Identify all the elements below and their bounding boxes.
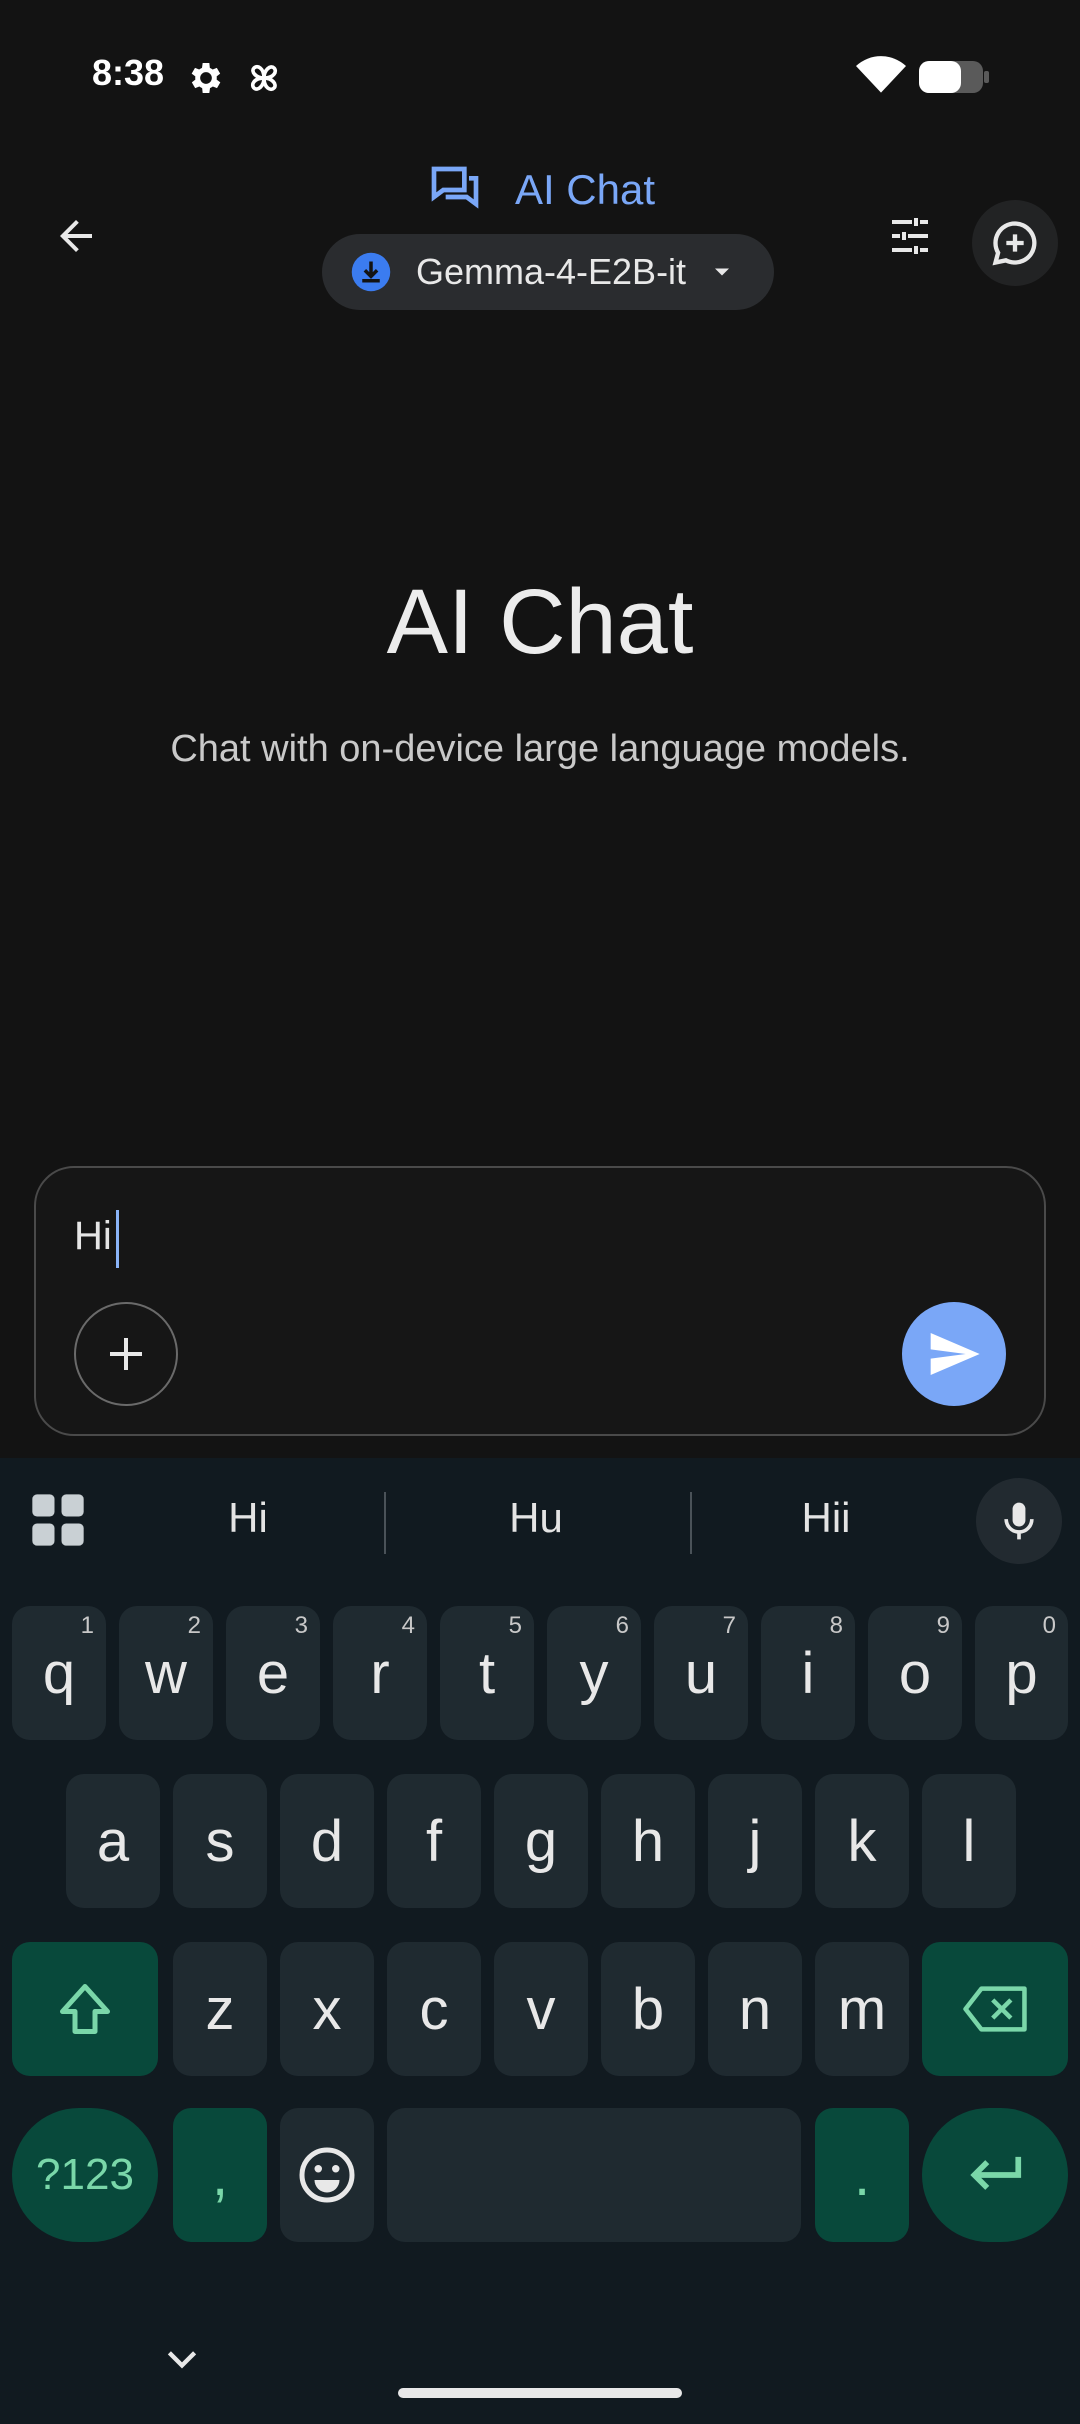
- soft-keyboard: [0, 1458, 1080, 2424]
- key-m[interactable]: m: [815, 1942, 909, 2076]
- keyboard-apps-grid-icon[interactable]: [30, 1492, 86, 1548]
- key-u[interactable]: u7: [654, 1606, 748, 1740]
- send-button[interactable]: [902, 1302, 1006, 1406]
- shift-arrow-icon: [60, 1984, 110, 2034]
- hide-keyboard-chevron-icon[interactable]: [160, 2342, 204, 2378]
- key-l[interactable]: l: [922, 1774, 1016, 1908]
- new-chat-button[interactable]: [972, 200, 1058, 286]
- key-n[interactable]: n: [708, 1942, 802, 2076]
- key-p[interactable]: p0: [975, 1606, 1068, 1740]
- key-e[interactable]: e3: [226, 1606, 320, 1740]
- arrow-back-icon: [60, 220, 92, 252]
- suggestion-1[interactable]: Hi: [138, 1494, 358, 1542]
- space-bar[interactable]: [387, 2108, 801, 2242]
- message-composer[interactable]: [34, 1166, 1046, 1436]
- key-s[interactable]: s: [173, 1774, 267, 1908]
- chat-bubbles-icon: [431, 166, 479, 209]
- home-gesture-bar[interactable]: [398, 2388, 682, 2398]
- suggestion-2[interactable]: Hu: [426, 1494, 646, 1542]
- send-icon: [930, 1333, 980, 1375]
- emoji-smiley-icon: [299, 2147, 355, 2203]
- emoji-key[interactable]: [280, 2108, 374, 2242]
- tune-sliders-icon: [892, 218, 928, 254]
- symbols-key[interactable]: ?123: [12, 2108, 158, 2242]
- backspace-icon: [963, 1986, 1027, 2032]
- model-name: Gemma-4-E2B-it: [416, 251, 687, 292]
- suggestion-3[interactable]: Hii: [716, 1494, 936, 1542]
- backspace-key[interactable]: [922, 1942, 1068, 2076]
- key-g[interactable]: g: [494, 1774, 588, 1908]
- key-h[interactable]: h: [601, 1774, 695, 1908]
- key-b[interactable]: b: [601, 1942, 695, 2076]
- empty-state-subtitle: Chat with on-device large language model…: [170, 728, 910, 770]
- battery-icon: [919, 61, 989, 93]
- add-attachment-button[interactable]: [74, 1302, 178, 1406]
- message-input[interactable]: Hi: [74, 1214, 112, 1259]
- key-i[interactable]: i8: [761, 1606, 855, 1740]
- key-k[interactable]: k: [815, 1774, 909, 1908]
- text-cursor: [116, 1210, 119, 1268]
- plus-icon: [110, 1338, 142, 1370]
- settings-gear-icon: [191, 63, 221, 93]
- comma-key[interactable]: ,: [173, 2108, 267, 2242]
- suggestion-divider: [384, 1492, 386, 1554]
- app-title-text: AI Chat: [514, 166, 656, 213]
- back-button[interactable]: [40, 200, 112, 272]
- enter-return-icon: [970, 2156, 1022, 2190]
- key-v[interactable]: v: [494, 1942, 588, 2076]
- key-c[interactable]: c: [387, 1942, 481, 2076]
- model-settings-button[interactable]: [874, 200, 946, 272]
- key-o[interactable]: o9: [868, 1606, 962, 1740]
- enter-key[interactable]: [922, 2108, 1068, 2242]
- key-t[interactable]: t5: [440, 1606, 534, 1740]
- key-a[interactable]: a: [66, 1774, 160, 1908]
- shift-key[interactable]: [12, 1942, 158, 2076]
- empty-state-title: AI Chat: [386, 571, 694, 673]
- key-j[interactable]: j: [708, 1774, 802, 1908]
- wifi-icon: [856, 56, 906, 93]
- key-y[interactable]: y6: [547, 1606, 641, 1740]
- key-d[interactable]: d: [280, 1774, 374, 1908]
- pinwheel-icon: [250, 64, 278, 92]
- suggestion-divider: [690, 1492, 692, 1554]
- microphone-icon: [1004, 1502, 1034, 1540]
- key-w[interactable]: w2: [119, 1606, 213, 1740]
- key-f[interactable]: f: [387, 1774, 481, 1908]
- download-status-icon: [351, 252, 391, 292]
- voice-input-button[interactable]: [976, 1478, 1062, 1564]
- add-chat-icon: [992, 221, 1037, 266]
- status-time: 8:38: [92, 52, 165, 93]
- key-r[interactable]: r4: [333, 1606, 427, 1740]
- dropdown-arrow-icon: [715, 268, 730, 276]
- key-x[interactable]: x: [280, 1942, 374, 2076]
- key-q[interactable]: q1: [12, 1606, 106, 1740]
- key-z[interactable]: z: [173, 1942, 267, 2076]
- period-key[interactable]: .: [815, 2108, 909, 2242]
- model-selector[interactable]: Gemma-4-E2B-it: [322, 234, 774, 310]
